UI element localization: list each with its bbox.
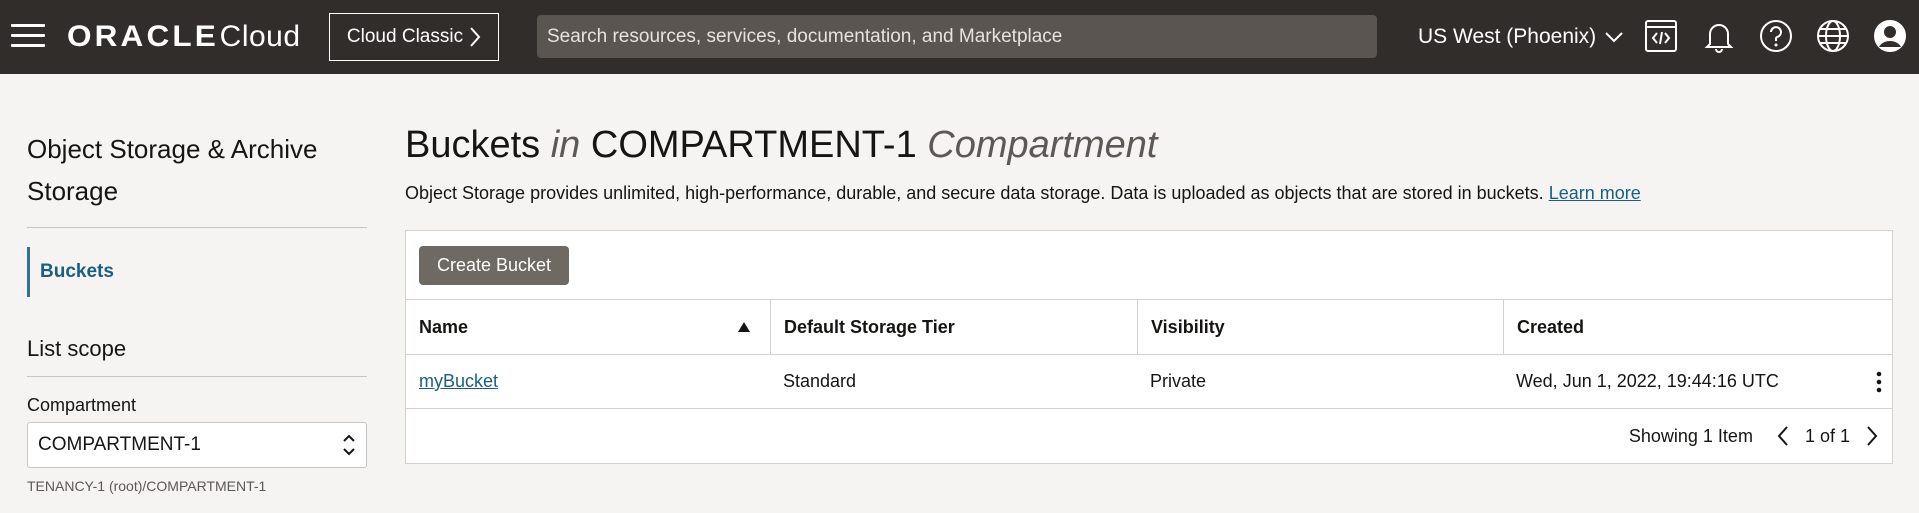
column-header-tier[interactable]: Default Storage Tier xyxy=(770,300,1137,354)
compartment-value: COMPARTMENT-1 xyxy=(38,434,201,455)
nav-divider xyxy=(27,227,367,228)
nav-title: Object Storage & Archive Storage xyxy=(27,134,318,206)
profile-icon[interactable] xyxy=(1872,18,1908,54)
create-bucket-button[interactable]: Create Bucket xyxy=(419,246,569,285)
buckets-table: Name Default Storage Tier Visibility Cre… xyxy=(406,299,1892,409)
left-nav: Object Storage & Archive Storage Buckets… xyxy=(27,128,367,494)
brand-cloud: Cloud xyxy=(219,20,301,53)
column-header-created[interactable]: Created xyxy=(1503,300,1892,354)
search-placeholder: Search resources, services, documentatio… xyxy=(547,25,1063,47)
page-indicator: 1 of 1 xyxy=(1804,425,1850,446)
chevron-right-icon[interactable] xyxy=(1864,424,1880,448)
search-input[interactable]: Search resources, services, documentatio… xyxy=(537,15,1377,58)
list-scope-title: List scope xyxy=(27,336,127,361)
heading-buckets: Buckets xyxy=(405,124,541,166)
cloud-classic-label: Cloud Classic xyxy=(346,26,464,47)
chevron-right-icon xyxy=(470,27,481,47)
chevron-left-icon[interactable] xyxy=(1775,424,1791,448)
region-selector[interactable]: US West (Phoenix) xyxy=(1418,22,1624,52)
column-header-name[interactable]: Name xyxy=(406,300,770,354)
bucket-link[interactable]: myBucket xyxy=(419,371,498,392)
heading-in: in xyxy=(550,124,581,166)
compartment-label: Compartment xyxy=(27,395,137,415)
sidebar-item-buckets[interactable]: Buckets xyxy=(27,247,177,297)
heading-compartment-name: COMPARTMENT-1 xyxy=(590,124,917,166)
table-row: myBucket Standard Private Wed, Jun 1, 20… xyxy=(406,354,1892,409)
column-header-visibility[interactable]: Visibility xyxy=(1137,300,1503,354)
help-icon[interactable] xyxy=(1758,18,1794,54)
pagination: Showing 1 Item 1 of 1 xyxy=(1629,421,1880,451)
description-text: Object Storage provides unlimited, high-… xyxy=(405,183,1544,203)
sort-asc-icon xyxy=(738,322,750,332)
top-bar: ORACLE Cloud Cloud Classic Search resour… xyxy=(0,0,1919,74)
compartment-select[interactable]: COMPARTMENT-1 xyxy=(27,422,367,468)
bell-icon[interactable] xyxy=(1701,18,1737,54)
region-label: US West (Phoenix) xyxy=(1418,25,1597,48)
code-editor-icon[interactable] xyxy=(1643,18,1679,54)
cell-created: Wed, Jun 1, 2022, 19:44:16 UTC xyxy=(1503,355,1892,408)
page-title: Buckets in COMPARTMENT-1 Compartment xyxy=(405,124,1157,167)
hamburger-icon[interactable] xyxy=(11,24,45,50)
scope-divider xyxy=(27,376,367,377)
sidebar-item-label: Buckets xyxy=(40,261,114,282)
oracle-cloud-logo[interactable]: ORACLE Cloud xyxy=(67,18,301,56)
chevron-down-icon xyxy=(1605,32,1623,43)
cloud-classic-button[interactable]: Cloud Classic xyxy=(329,13,499,61)
cell-visibility: Private xyxy=(1150,371,1207,391)
buckets-panel: Create Bucket Name Default Storage Tier … xyxy=(405,230,1893,464)
page-description: Object Storage provides unlimited, high-… xyxy=(405,183,1641,204)
select-arrows-icon xyxy=(343,434,355,456)
brand-oracle: ORACLE xyxy=(67,20,219,53)
globe-icon[interactable] xyxy=(1815,18,1851,54)
showing-count: Showing 1 Item xyxy=(1628,425,1753,446)
kebab-icon[interactable] xyxy=(1876,370,1882,394)
compartment-path: TENANCY-1 (root)/COMPARTMENT-1 xyxy=(27,478,267,494)
table-header: Name Default Storage Tier Visibility Cre… xyxy=(406,299,1892,354)
cell-tier: Standard xyxy=(783,371,857,391)
learn-more-link[interactable]: Learn more xyxy=(1549,183,1641,203)
cell-name: myBucket xyxy=(406,355,770,408)
heading-compartment-word: Compartment xyxy=(927,124,1158,166)
